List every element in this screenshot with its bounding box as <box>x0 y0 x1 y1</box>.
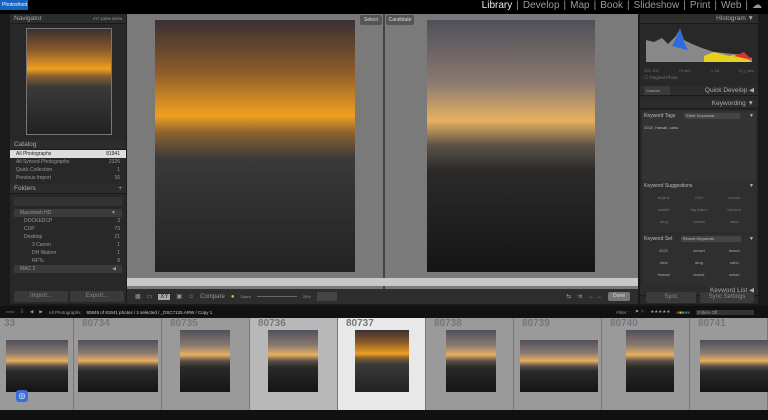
keyword-tags-area[interactable]: Keyword Tags Enter Keywords ▼ 2022, Hawaii… <box>642 111 756 181</box>
folder-search-input[interactable] <box>14 197 122 206</box>
zoom-slider[interactable] <box>256 296 297 297</box>
thumbnail[interactable] <box>355 330 409 392</box>
loupe-view-icon[interactable]: ▭ <box>147 293 153 300</box>
module-book[interactable]: Book <box>600 0 623 12</box>
thumbnail[interactable] <box>78 340 158 392</box>
prev-next-icon[interactable]: ← → <box>588 294 602 300</box>
top-bar: Photoshoot Library | Develop | Map | Book | … <box>0 0 768 14</box>
compare-label: Compare <box>200 293 225 300</box>
thumbnail[interactable] <box>700 340 768 392</box>
zoom-label: Zoom <box>240 294 251 299</box>
compare-view: Select Candidate <box>127 14 638 289</box>
select-photo[interactable] <box>155 20 355 272</box>
navigator-preview[interactable] <box>26 28 112 135</box>
done-button[interactable]: Done <box>608 292 630 301</box>
forward-icon[interactable]: ▶ <box>39 309 42 315</box>
folder-item[interactable]: 3 Canon 1 <box>10 241 126 249</box>
select-label: Select <box>360 15 382 25</box>
module-slideshow[interactable]: Slideshow <box>634 0 680 12</box>
filter-label: Filter : <box>616 309 629 315</box>
import-button[interactable]: Import... <box>14 291 68 302</box>
catalog-header[interactable]: Catalog <box>10 140 126 150</box>
identity-plate: Photoshoot <box>0 0 28 10</box>
grid-view-icon[interactable]: ▦ <box>135 293 141 300</box>
photo-info-strip <box>127 278 638 286</box>
keyword-set-select[interactable]: Recent Keywords <box>680 236 741 242</box>
saved-preset-select[interactable]: Custom <box>644 86 670 95</box>
lock-icon[interactable]: ● <box>231 294 235 300</box>
folder-item[interactable]: NFTs 8 <box>10 257 126 265</box>
color-filters[interactable]: ■■■■■ <box>676 310 690 315</box>
keywording-header[interactable]: Keywording ▼ <box>640 99 758 109</box>
sync-settings-button[interactable]: Sync Settings <box>700 292 754 303</box>
sync-button[interactable]: Sync <box>646 292 696 303</box>
people-view-icon[interactable]: ☺ <box>188 294 194 300</box>
folders-header[interactable]: Folders + <box>10 184 126 194</box>
filter-preset-select[interactable]: Filters Off <box>696 309 754 315</box>
thumbnail[interactable] <box>626 330 674 392</box>
histogram-readouts: ISO 100 70 mm f / 16 1/₁₂₅ sec <box>644 68 754 73</box>
module-web[interactable]: Web <box>721 0 741 12</box>
folder-item[interactable]: CUP 73 <box>10 225 126 233</box>
swap-icon[interactable]: ⇆ <box>566 293 571 300</box>
original-photo-checkbox[interactable]: ☐ Original Photo <box>644 75 678 81</box>
candidate-label: Candidate <box>386 15 414 25</box>
grid-icon[interactable]: ⠿ <box>21 309 24 315</box>
zoom-value: 25% <box>302 294 311 299</box>
thumbnail[interactable] <box>268 330 318 392</box>
catalog-item[interactable]: All Synced Photographs 2326 <box>10 158 126 166</box>
thumbnail[interactable] <box>520 340 598 392</box>
source-label[interactable]: All Photographs <box>49 310 81 315</box>
quick-develop-header[interactable]: Custom Quick Develop ◀ <box>640 86 758 96</box>
histogram-chart <box>646 28 752 62</box>
filmstrip-info[interactable]: 80849 of 81941 photos / 2 selected / _DS… <box>87 310 213 315</box>
survey-view-icon[interactable]: ▣ <box>176 293 182 300</box>
app-badge-icon: ◎ <box>16 390 28 402</box>
catalog-item[interactable]: All Photographs 81941 <box>10 150 126 158</box>
module-print[interactable]: Print <box>690 0 711 12</box>
keyword-suggestions: Keyword Suggestions ▼ skyline 2022 sunset wa… <box>642 181 756 233</box>
second-window-icon[interactable]: ▭▭ <box>6 309 15 315</box>
keyword-set: Keyword Set Recent Keywords ▼ 2022 sunset be… <box>642 234 756 286</box>
compare-view-icon[interactable]: XY <box>158 293 171 300</box>
filmstrip-bar: ▭▭ ⠿ ◀ ▶ All Photographs 80849 of 81941 pho… <box>0 306 768 318</box>
folder-item[interactable]: DOCKEDCP 3 <box>10 217 126 225</box>
thumbnail[interactable] <box>180 330 230 392</box>
thumbnail[interactable] <box>6 340 68 392</box>
keyword-tags-mode-select[interactable]: Enter Keywords <box>684 113 741 119</box>
bottom-bar <box>0 410 768 420</box>
toolbar: ▦ ▭ XY ▣ ☺ Compare ● Zoom 25% ⇆ ⇉ ← → Done <box>127 289 638 304</box>
module-map[interactable]: Map <box>570 0 589 12</box>
thumbnail[interactable] <box>446 330 496 392</box>
export-button[interactable]: Export... <box>70 291 124 302</box>
folder-item[interactable]: DH Waiorn 1 <box>10 249 126 257</box>
catalog-item[interactable]: Quick Collection 1 <box>10 166 126 174</box>
module-picker: Library | Develop | Map | Book | Slideshow | … <box>481 0 762 12</box>
catalog-item[interactable]: Previous Import 16 <box>10 174 126 182</box>
module-library[interactable]: Library <box>482 0 513 12</box>
back-icon[interactable]: ◀ <box>30 309 33 315</box>
star-filters[interactable]: ★★★★★ <box>650 309 670 315</box>
folder-item[interactable]: Desktop 21 <box>10 233 126 241</box>
cloud-icon[interactable]: ☁ <box>752 0 762 12</box>
navigator-header[interactable]: Navigator FIT 100% 200% <box>10 14 126 24</box>
keywords-text[interactable]: 2022, Hawaii, oahu <box>644 125 754 130</box>
flag-filters[interactable]: ⚑ ⚐ <box>635 309 644 315</box>
histogram-header[interactable]: Histogram ▼ <box>640 14 758 24</box>
volume-mac-2[interactable]: MAC 2 ◀ <box>14 265 122 273</box>
make-select-icon[interactable]: ⇉ <box>577 293 582 300</box>
module-develop[interactable]: Develop <box>523 0 560 12</box>
zoom-field[interactable] <box>316 292 337 301</box>
candidate-photo[interactable] <box>427 20 595 272</box>
volume-macintosh-hd[interactable]: Macintosh HD ▼ <box>14 209 122 217</box>
left-panel: Navigator FIT 100% 200% Catalog All Photo… <box>10 14 126 304</box>
right-panel: Histogram ▼ ISO 100 70 mm f / 16 1/₁₂₅ sec … <box>640 14 758 304</box>
